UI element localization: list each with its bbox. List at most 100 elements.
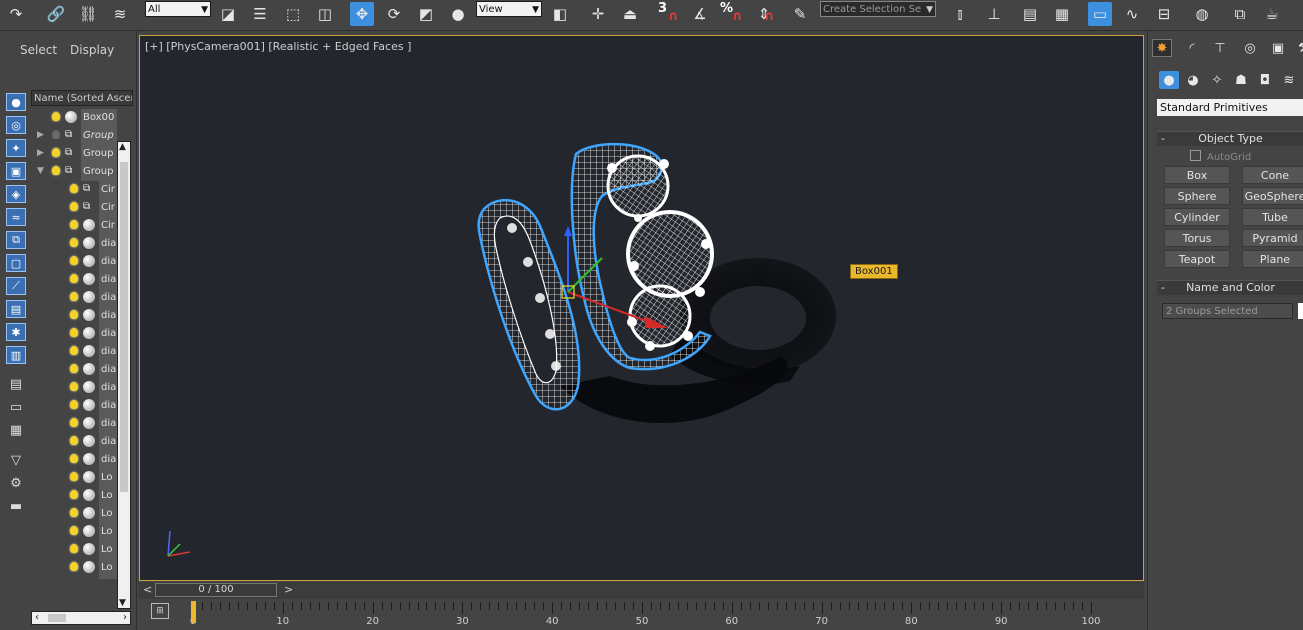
named-selection-sets-dropdown[interactable]: Create Selection Se ▼ <box>820 1 936 17</box>
modify-panel-icon[interactable]: ◜ <box>1182 39 1202 57</box>
box-button[interactable]: Box <box>1164 166 1230 184</box>
visibility-lightbulb-icon[interactable] <box>70 238 78 247</box>
visibility-lightbulb-icon[interactable] <box>70 418 78 427</box>
rendered-frame-window-icon[interactable]: ☕ <box>1260 2 1284 26</box>
spinner-snap-icon[interactable]: ⇕ ∩ <box>752 2 776 26</box>
next-frame-button[interactable]: > <box>284 583 293 596</box>
display-frozen-icon[interactable]: ✱ <box>6 323 26 341</box>
scene-explorer-row[interactable]: Lo <box>31 505 117 523</box>
plane-button[interactable]: Plane <box>1242 250 1303 268</box>
sphere-button[interactable]: Sphere <box>1164 187 1230 205</box>
object-category-dropdown[interactable]: Standard Primitives <box>1157 99 1303 116</box>
scene-explorer-row[interactable]: dia <box>31 271 117 289</box>
scene-explorer-row[interactable]: Lo <box>31 487 117 505</box>
autogrid-checkbox[interactable]: AutoGrid <box>1190 150 1251 163</box>
keyboard-shortcut-override-icon[interactable]: ⏏ <box>618 2 642 26</box>
material-editor-icon[interactable]: ◍ <box>1190 2 1214 26</box>
lights-category-icon[interactable]: ✧ <box>1207 71 1227 89</box>
rollout-collapse-toggle[interactable]: - <box>1161 132 1165 146</box>
scene-explorer-row[interactable]: Cir <box>31 217 117 235</box>
tab-select[interactable]: Select <box>20 43 57 57</box>
display-panel-icon[interactable]: ▣ <box>1268 39 1288 57</box>
toggle-ribbon-icon[interactable]: ▭ <box>1088 2 1112 26</box>
visibility-lightbulb-icon[interactable] <box>70 202 78 211</box>
display-cameras-icon[interactable]: ▣ <box>6 162 26 180</box>
visibility-lightbulb-icon[interactable] <box>70 256 78 265</box>
rollout-collapse-toggle[interactable]: - <box>1161 281 1165 295</box>
current-frame-marker[interactable] <box>191 601 196 623</box>
render-setup-icon[interactable]: ⧉ <box>1228 2 1252 26</box>
select-and-place-icon[interactable]: ● <box>446 2 470 26</box>
display-space-warps-icon[interactable]: ≈ <box>6 208 26 226</box>
scene-explorer-row[interactable]: dia <box>31 415 117 433</box>
select-and-scale-icon[interactable]: ◩ <box>414 2 438 26</box>
scene-explorer-row[interactable]: Lo <box>31 541 117 559</box>
object-name-field[interactable]: 2 Groups Selected <box>1162 303 1293 319</box>
select-by-name-icon[interactable]: ☰ <box>248 2 272 26</box>
display-object-xrefs-icon[interactable]: ▢ <box>6 254 26 272</box>
shapes-category-icon[interactable]: ◕ <box>1183 71 1203 89</box>
scene-explorer-row[interactable]: Lo <box>31 523 117 541</box>
name-column-header[interactable]: Name (Sorted Ascen <box>31 90 133 106</box>
visibility-lightbulb-icon[interactable] <box>70 184 78 193</box>
cone-button[interactable]: Cone <box>1242 166 1303 184</box>
tab-display[interactable]: Display <box>70 43 114 57</box>
collapse-arrow-icon[interactable]: ▼ <box>37 166 44 176</box>
display-containers-icon[interactable]: ▤ <box>6 300 26 318</box>
scene-explorer-row[interactable]: Lo <box>31 469 117 487</box>
pyramid-button[interactable]: Pyramid <box>1242 229 1303 247</box>
display-groups-icon[interactable]: ⧉ <box>6 231 26 249</box>
scene-explorer-row[interactable]: dia <box>31 451 117 469</box>
visibility-lightbulb-icon[interactable] <box>52 130 60 139</box>
helpers-category-icon[interactable]: ◘ <box>1255 71 1275 89</box>
vertical-scroll-thumb[interactable] <box>120 162 128 492</box>
display-lights-icon[interactable]: ✦ <box>6 139 26 157</box>
trackbar-ruler[interactable]: 0102030405060708090100 <box>187 602 1101 627</box>
motion-panel-icon[interactable]: ◎ <box>1240 39 1260 57</box>
select-and-move-icon[interactable]: ✥ <box>350 2 374 26</box>
visibility-lightbulb-icon[interactable] <box>70 274 78 283</box>
visibility-lightbulb-icon[interactable] <box>70 364 78 373</box>
scene-explorer-row[interactable]: ⧉ Cir <box>31 199 117 217</box>
scene-explorer-row[interactable]: dia <box>31 325 117 343</box>
scene-explorer-row[interactable]: ▼ ⧉ Group <box>31 163 117 181</box>
create-panel-icon[interactable]: ✸ <box>1152 39 1172 57</box>
filter-options-icon[interactable]: ⚙ <box>6 474 26 492</box>
scene-explorer-row[interactable]: dia <box>31 307 117 325</box>
invert-display-icon[interactable]: ▦ <box>6 421 26 439</box>
display-all-icon[interactable]: ▤ <box>6 375 26 393</box>
perspective-viewport[interactable]: [+] [PhysCamera001] [Realistic + Edged F… <box>139 35 1144 581</box>
scene-explorer-row[interactable]: dia <box>31 253 117 271</box>
window-crossing-icon[interactable]: ◫ <box>313 2 337 26</box>
percent-snap-icon[interactable]: % ∩ <box>720 2 744 26</box>
display-bone-objects-icon[interactable]: ⟋ <box>6 277 26 295</box>
display-helpers-icon[interactable]: ◈ <box>6 185 26 203</box>
select-manipulate-icon[interactable]: ✛ <box>586 2 610 26</box>
tube-button[interactable]: Tube <box>1242 208 1303 226</box>
object-color-swatch[interactable] <box>1298 303 1303 319</box>
horizontal-scrollbar[interactable]: ‹ › <box>31 611 131 625</box>
rectangular-selection-icon[interactable]: ⬚ <box>281 2 305 26</box>
curve-editor-icon[interactable]: ∿ <box>1120 2 1144 26</box>
visibility-lightbulb-icon[interactable] <box>70 526 78 535</box>
horizontal-scroll-thumb[interactable] <box>48 614 66 622</box>
visibility-lightbulb-icon[interactable] <box>52 148 60 157</box>
scene-explorer-row[interactable]: Lo <box>31 577 117 579</box>
visibility-lightbulb-icon[interactable] <box>70 328 78 337</box>
scroll-left-arrow-icon[interactable]: ‹ <box>35 612 39 623</box>
visibility-lightbulb-icon[interactable] <box>70 400 78 409</box>
edit-named-selection-icon[interactable]: ✎ <box>788 2 812 26</box>
open-mini-curve-editor-icon[interactable]: ⊞ <box>151 603 169 619</box>
visibility-lightbulb-icon[interactable] <box>70 544 78 553</box>
scene-explorer-row[interactable]: Lo <box>31 559 117 577</box>
scene-explorer-row[interactable]: dia <box>31 361 117 379</box>
display-none-icon[interactable]: ▭ <box>6 398 26 416</box>
time-slider[interactable]: < 0 / 100 > <box>139 582 1144 599</box>
visibility-lightbulb-icon[interactable] <box>70 490 78 499</box>
scene-explorer-row[interactable]: dia <box>31 433 117 451</box>
scene-explorer-row[interactable]: Box00 <box>31 109 117 127</box>
geometry-category-icon[interactable]: ● <box>1159 71 1179 89</box>
select-and-rotate-icon[interactable]: ⟳ <box>382 2 406 26</box>
bind-to-space-warp-icon[interactable]: ≋ <box>108 2 132 26</box>
select-and-link-icon[interactable]: 🔗 <box>44 2 68 26</box>
